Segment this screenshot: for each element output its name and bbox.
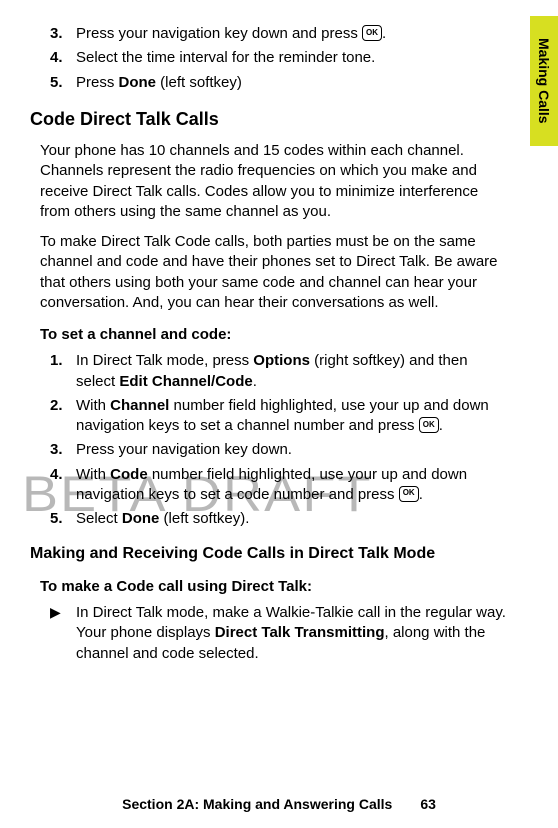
step-number: 2. xyxy=(50,396,76,437)
step-text: Press your navigation key down and press… xyxy=(76,24,508,44)
step-text: In Direct Talk mode, make a Walkie-Talki… xyxy=(76,603,508,664)
list-item: 5. Select Done (left softkey). xyxy=(30,509,508,529)
ok-key-icon: OK xyxy=(399,486,419,502)
step-number: 3. xyxy=(50,440,76,460)
step-number: 4. xyxy=(50,465,76,506)
page-footer: Section 2A: Making and Answering Calls 63 xyxy=(0,796,558,812)
step-text: Select the time interval for the reminde… xyxy=(76,48,508,68)
list-item: 1. In Direct Talk mode, press Options (r… xyxy=(30,351,508,392)
list-item: 3. Press your navigation key down. xyxy=(30,440,508,460)
step-text: In Direct Talk mode, press Options (righ… xyxy=(76,351,508,392)
section-heading: Code Direct Talk Calls xyxy=(30,107,508,131)
list-item: 2. With Channel number field highlighted… xyxy=(30,396,508,437)
step-number: 4. xyxy=(50,48,76,68)
step-text: With Channel number field highlighted, u… xyxy=(76,396,508,437)
page-number: 63 xyxy=(420,796,436,812)
paragraph: To make Direct Talk Code calls, both par… xyxy=(40,232,508,313)
list-item: 4. With Code number field highlighted, u… xyxy=(30,465,508,506)
step-number: 3. xyxy=(50,24,76,44)
list-item: 5. Press Done (left softkey) xyxy=(30,73,508,93)
ok-key-icon: OK xyxy=(362,25,382,41)
step-number: 5. xyxy=(50,509,76,529)
footer-section-label: Section 2A: Making and Answering Calls xyxy=(122,796,392,812)
side-tab: Making Calls xyxy=(530,16,558,146)
step-number: 1. xyxy=(50,351,76,392)
list-item: 3. Press your navigation key down and pr… xyxy=(30,24,508,44)
list-item: 4. Select the time interval for the remi… xyxy=(30,48,508,68)
step-text: Select Done (left softkey). xyxy=(76,509,508,529)
content-body: 3. Press your navigation key down and pr… xyxy=(30,24,508,664)
step-text: Press Done (left softkey) xyxy=(76,73,508,93)
procedure-lead: To set a channel and code: xyxy=(40,325,508,345)
step-text: With Code number field highlighted, use … xyxy=(76,465,508,506)
paragraph: Your phone has 10 channels and 15 codes … xyxy=(40,141,508,222)
subsection-heading: Making and Receiving Code Calls in Direc… xyxy=(30,543,508,565)
list-item: ▶ In Direct Talk mode, make a Walkie-Tal… xyxy=(30,603,508,664)
procedure-lead: To make a Code call using Direct Talk: xyxy=(40,577,508,597)
side-tab-label: Making Calls xyxy=(536,38,552,124)
step-number: 5. xyxy=(50,73,76,93)
page: Making Calls BETA DRAFT 3. Press your na… xyxy=(0,0,558,828)
bullet-icon: ▶ xyxy=(50,603,76,664)
ok-key-icon: OK xyxy=(419,417,439,433)
step-text: Press your navigation key down. xyxy=(76,440,508,460)
